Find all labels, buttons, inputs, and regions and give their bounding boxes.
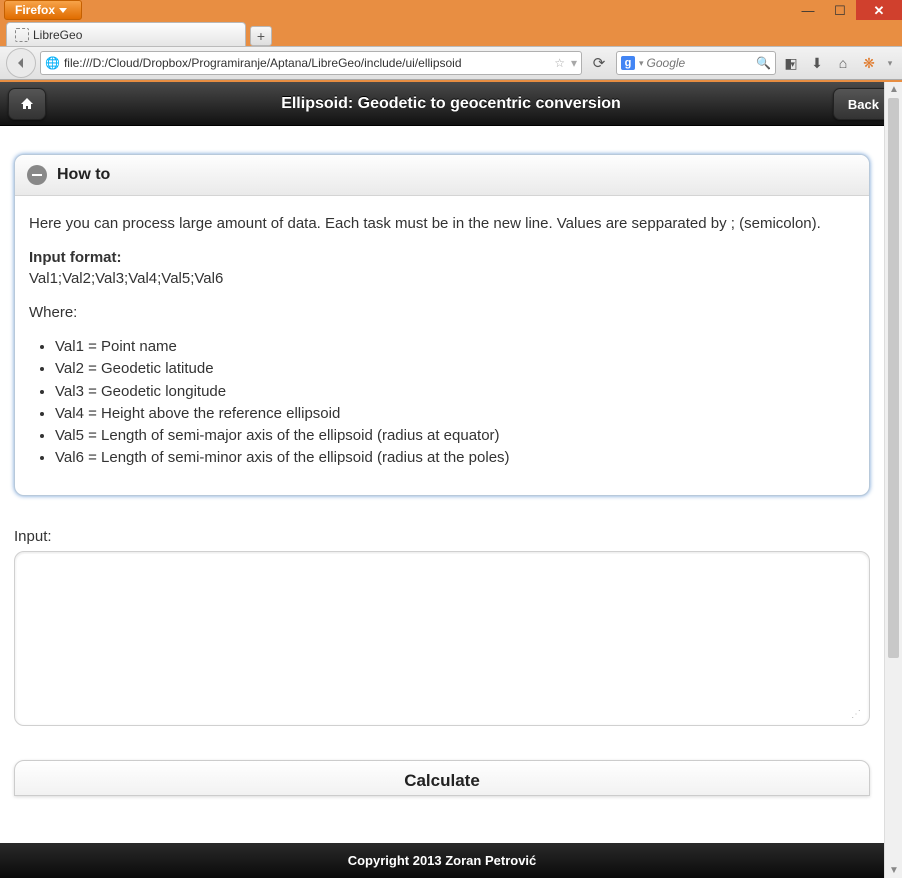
howto-header[interactable]: How to [15,155,869,196]
firefox-menu-button[interactable]: Firefox [4,0,82,20]
footer-text: Copyright 2013 Zoran Petrović [348,853,537,868]
input-format-block: Input format: Val1;Val2;Val3;Val4;Val5;V… [29,248,855,289]
viewport: Ellipsoid: Geodetic to geocentric conver… [0,82,902,878]
search-engine-icon: g [621,56,635,70]
list-item: Val3 = Geodetic longitude [55,382,855,402]
scroll-down-icon[interactable]: ▼ [889,865,898,876]
bookmark-icon: ◧▾ [784,55,797,72]
search-bar[interactable]: g ▾ 🔍 [616,51,776,75]
chevron-down-icon: ▾ [888,58,893,69]
search-icon[interactable]: 🔍 [756,56,771,70]
howto-panel: How to Here you can process large amount… [14,154,870,496]
home-icon [19,96,35,112]
list-item: Val4 = Height above the reference ellips… [55,404,855,424]
list-item: Val2 = Geodetic latitude [55,359,855,379]
app-body: How to Here you can process large amount… [0,126,884,838]
tab-favicon-icon [15,28,29,42]
home-button[interactable]: ⌂ [832,52,854,74]
url-bar-icons: ☆ ▾ [554,56,577,70]
scrollbar[interactable]: ▲ ▼ [884,82,902,878]
window-controls: — ☐ ✕ [792,0,902,20]
menu-dropdown[interactable]: ▾ [884,52,896,74]
scroll-thumb[interactable] [888,98,899,658]
input-textarea-wrap: ⋰ [14,551,870,726]
new-tab-button[interactable]: + [250,26,272,46]
close-button[interactable]: ✕ [856,0,902,20]
app-footer: Copyright 2013 Zoran Petrović [0,843,884,878]
reload-icon: ⟳ [593,54,606,72]
calculate-button[interactable]: Calculate [14,760,870,796]
downloads-button[interactable]: ⬇ [806,52,828,74]
bookmark-button[interactable]: ◧▾ [780,52,802,74]
dropdown-caret-icon[interactable]: ▾ [571,56,577,70]
nav-back-button[interactable] [6,48,36,78]
minimize-button[interactable]: — [792,0,824,20]
list-item: Val1 = Point name [55,337,855,357]
scroll-up-icon[interactable]: ▲ [889,84,898,95]
tab-title: LibreGeo [33,28,82,42]
url-input[interactable] [64,56,554,70]
caret-down-icon [59,8,67,13]
navigation-toolbar: 🌐 ☆ ▾ ⟳ g ▾ 🔍 ◧▾ ⬇ ⌂ ❋ ▾ [0,46,902,80]
download-arrow-icon: ⬇ [811,55,823,72]
window-chrome: Firefox — ☐ ✕ LibreGeo + 🌐 ☆ ▾ ⟳ [0,0,902,82]
value-definition-list: Val1 = Point name Val2 = Geodetic latitu… [55,337,855,469]
tab-bar: LibreGeo + [0,20,902,46]
arrow-left-icon [14,56,28,70]
firefox-menu-label: Firefox [15,3,55,17]
search-input[interactable] [647,56,757,70]
list-item: Val5 = Length of semi-major axis of the … [55,426,855,446]
list-item: Val6 = Length of semi-minor axis of the … [55,448,855,468]
calculate-label: Calculate [404,771,480,790]
url-bar[interactable]: 🌐 ☆ ▾ [40,51,582,75]
input-label: Input: [14,528,870,545]
howto-intro: Here you can process large amount of dat… [29,214,855,234]
addon-icon: ❋ [863,55,875,72]
addon-button[interactable]: ❋ [858,52,880,74]
maximize-button[interactable]: ☐ [824,0,856,20]
howto-content: Here you can process large amount of dat… [15,196,869,495]
input-section: Input: ⋰ [14,528,870,726]
input-format-value: Val1;Val2;Val3;Val4;Val5;Val6 [29,270,223,287]
where-label: Where: [29,303,855,323]
page-title: Ellipsoid: Geodetic to geocentric conver… [281,95,621,113]
search-dropdown-icon[interactable]: ▾ [639,58,644,69]
back-button-label: Back [848,97,879,112]
titlebar: Firefox — ☐ ✕ [0,0,902,20]
bookmark-star-icon[interactable]: ☆ [554,56,565,70]
resize-handle-icon[interactable]: ⋰ [17,709,867,723]
tab-libregeo[interactable]: LibreGeo [6,22,246,46]
howto-heading: How to [57,166,110,184]
globe-icon: 🌐 [45,56,60,70]
input-format-label: Input format: [29,249,121,266]
home-icon: ⌂ [839,55,847,71]
app-header: Ellipsoid: Geodetic to geocentric conver… [0,82,902,126]
app-home-button[interactable] [8,88,46,120]
reload-button[interactable]: ⟳ [586,50,612,76]
collapse-icon [27,165,47,185]
input-textarea[interactable] [17,554,867,704]
